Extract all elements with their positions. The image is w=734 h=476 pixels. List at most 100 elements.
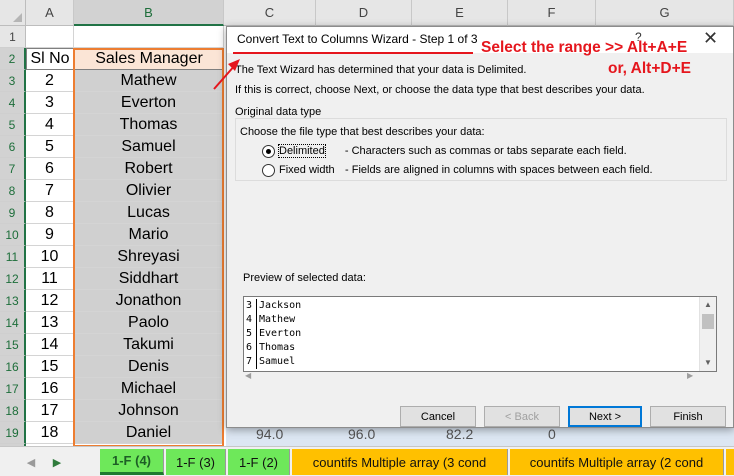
- preview-line-number: 5: [245, 327, 257, 341]
- row-header[interactable]: 10: [0, 224, 26, 246]
- table-cell-sl-no[interactable]: 16: [26, 378, 74, 400]
- fixed-width-option[interactable]: Fixed width - Fields are aligned in colu…: [262, 162, 653, 178]
- preview-line-text: Everton: [259, 328, 302, 339]
- table-cell-sales-manager[interactable]: Takumi: [74, 334, 224, 356]
- row-header[interactable]: 13: [0, 290, 26, 312]
- row-header[interactable]: 6: [0, 136, 26, 158]
- table-cell-sl-no[interactable]: 17: [26, 400, 74, 422]
- column-header-c[interactable]: C: [224, 0, 316, 26]
- table-cell-sales-manager[interactable]: Olivier: [74, 180, 224, 202]
- row-header[interactable]: 1: [0, 26, 26, 48]
- column-header-d[interactable]: D: [316, 0, 412, 26]
- table-cell-sales-manager[interactable]: Samuel: [74, 136, 224, 158]
- cancel-button[interactable]: Cancel: [400, 406, 476, 427]
- column-header-a[interactable]: A: [26, 0, 74, 26]
- original-data-type-group: Choose the file type that best describes…: [235, 118, 727, 181]
- table-cell-sl-no[interactable]: 18: [26, 422, 74, 444]
- scroll-down-icon[interactable]: ▼: [700, 355, 716, 370]
- next-button[interactable]: Next >: [568, 406, 642, 427]
- table-cell-sl-no[interactable]: 11: [26, 268, 74, 290]
- table-cell-sales-manager[interactable]: Denis: [74, 356, 224, 378]
- preview-line-text: Samuel: [259, 356, 296, 367]
- table-cell-sales-manager[interactable]: Mathew: [74, 70, 224, 92]
- cell-b1[interactable]: [74, 26, 224, 48]
- row-header[interactable]: 7: [0, 158, 26, 180]
- sheet-tab-bar: ◀ ▶ 1-F (4) 1-F (3) 1-F (2) countifs Mul…: [0, 446, 734, 476]
- hidden-row-peek: 94.0 96.0 82.2 0: [226, 426, 734, 446]
- table-cell-sales-manager[interactable]: Everton: [74, 92, 224, 114]
- table-cell-sl-no[interactable]: 2: [26, 70, 74, 92]
- select-all-corner[interactable]: [0, 0, 26, 26]
- fixed-width-description: - Fields are aligned in columns with spa…: [345, 164, 653, 176]
- scrollbar-thumb[interactable]: [702, 314, 714, 329]
- table-cell-sales-manager[interactable]: Lucas: [74, 202, 224, 224]
- delimited-radio[interactable]: [262, 144, 275, 158]
- row-header[interactable]: 16: [0, 356, 26, 378]
- scroll-tabs-right-icon[interactable]: ▶: [48, 453, 66, 471]
- data-preview-box[interactable]: 3 Jackson 4 Mathew 5 Everton 6 Thomas 7 Samuel ▲ …: [243, 296, 717, 372]
- row-header[interactable]: 9: [0, 202, 26, 224]
- sheet-tab-countifs-2[interactable]: countifs Multiple array (2 cond: [510, 449, 724, 475]
- header-cell-sl-no[interactable]: Sl No: [26, 48, 74, 70]
- sheet-tab-countifs-3[interactable]: countifs Multiple array (3 cond: [292, 449, 508, 475]
- column-header-g[interactable]: G: [596, 0, 734, 26]
- row-header[interactable]: 3: [0, 70, 26, 92]
- table-cell-sl-no[interactable]: 13: [26, 312, 74, 334]
- scroll-left-icon[interactable]: ◀: [245, 371, 251, 380]
- fixed-width-radio[interactable]: [262, 163, 275, 177]
- table-cell-sl-no[interactable]: 5: [26, 136, 74, 158]
- table-cell-sales-manager[interactable]: Thomas: [74, 114, 224, 136]
- row-header[interactable]: 17: [0, 378, 26, 400]
- table-cell-sl-no[interactable]: 7: [26, 180, 74, 202]
- row-header[interactable]: 11: [0, 246, 26, 268]
- table-cell-sl-no[interactable]: 6: [26, 158, 74, 180]
- table-cell-sales-manager[interactable]: Daniel: [74, 422, 224, 444]
- scroll-up-icon[interactable]: ▲: [700, 297, 716, 312]
- sheet-tab-1f-4[interactable]: 1-F (4): [100, 449, 164, 475]
- table-cell-sl-no[interactable]: 12: [26, 290, 74, 312]
- row-header[interactable]: 12: [0, 268, 26, 290]
- table-cell-sales-manager[interactable]: Jonathon: [74, 290, 224, 312]
- sheet-tab-1f-3[interactable]: 1-F (3): [166, 449, 226, 475]
- table-cell-sl-no[interactable]: 4: [26, 114, 74, 136]
- column-header-b[interactable]: B: [74, 0, 224, 26]
- table-cell-sales-manager[interactable]: Shreyasi: [74, 246, 224, 268]
- row-header[interactable]: 15: [0, 334, 26, 356]
- table-cell-sales-manager[interactable]: Robert: [74, 158, 224, 180]
- row-header[interactable]: 2: [0, 48, 26, 70]
- table-cell-sales-manager[interactable]: Paolo: [74, 312, 224, 334]
- preview-line: 4 Mathew: [245, 313, 301, 327]
- preview-vertical-scrollbar[interactable]: ▲ ▼: [699, 297, 716, 371]
- row-header[interactable]: 5: [0, 114, 26, 136]
- fixed-width-label[interactable]: Fixed width: [279, 164, 345, 176]
- table-cell-sales-manager[interactable]: Siddhart: [74, 268, 224, 290]
- column-header-e[interactable]: E: [412, 0, 508, 26]
- row-header[interactable]: 19: [0, 422, 26, 444]
- table-cell-sl-no[interactable]: 9: [26, 224, 74, 246]
- table-cell-sl-no[interactable]: 8: [26, 202, 74, 224]
- row-header[interactable]: 14: [0, 312, 26, 334]
- scroll-tabs-left-icon[interactable]: ◀: [22, 453, 40, 471]
- delimited-label[interactable]: Delimited: [278, 144, 326, 158]
- row-header[interactable]: 18: [0, 400, 26, 422]
- delimited-option[interactable]: Delimited - Characters such as commas or…: [262, 143, 627, 159]
- table-cell-sl-no[interactable]: 15: [26, 356, 74, 378]
- back-button[interactable]: < Back: [484, 406, 560, 427]
- row-header[interactable]: 4: [0, 92, 26, 114]
- finish-button[interactable]: Finish: [650, 406, 726, 427]
- cell-a1[interactable]: [26, 26, 74, 48]
- header-cell-sales-manager[interactable]: Sales Manager: [74, 48, 224, 70]
- table-cell-sl-no[interactable]: 14: [26, 334, 74, 356]
- close-icon[interactable]: ✕: [703, 28, 718, 49]
- wizard-intro-text: The Text Wizard has determined that your…: [235, 64, 527, 76]
- table-cell-sales-manager[interactable]: Mario: [74, 224, 224, 246]
- table-cell-sales-manager[interactable]: Johnson: [74, 400, 224, 422]
- sheet-tab-1f-2[interactable]: 1-F (2): [228, 449, 290, 475]
- row-header[interactable]: 8: [0, 180, 26, 202]
- sheet-tab-overflow[interactable]: [726, 449, 734, 475]
- column-header-f[interactable]: F: [508, 0, 596, 26]
- table-cell-sales-manager[interactable]: Michael: [74, 378, 224, 400]
- scroll-right-icon[interactable]: ▶: [687, 371, 693, 380]
- table-cell-sl-no[interactable]: 10: [26, 246, 74, 268]
- table-cell-sl-no[interactable]: 3: [26, 92, 74, 114]
